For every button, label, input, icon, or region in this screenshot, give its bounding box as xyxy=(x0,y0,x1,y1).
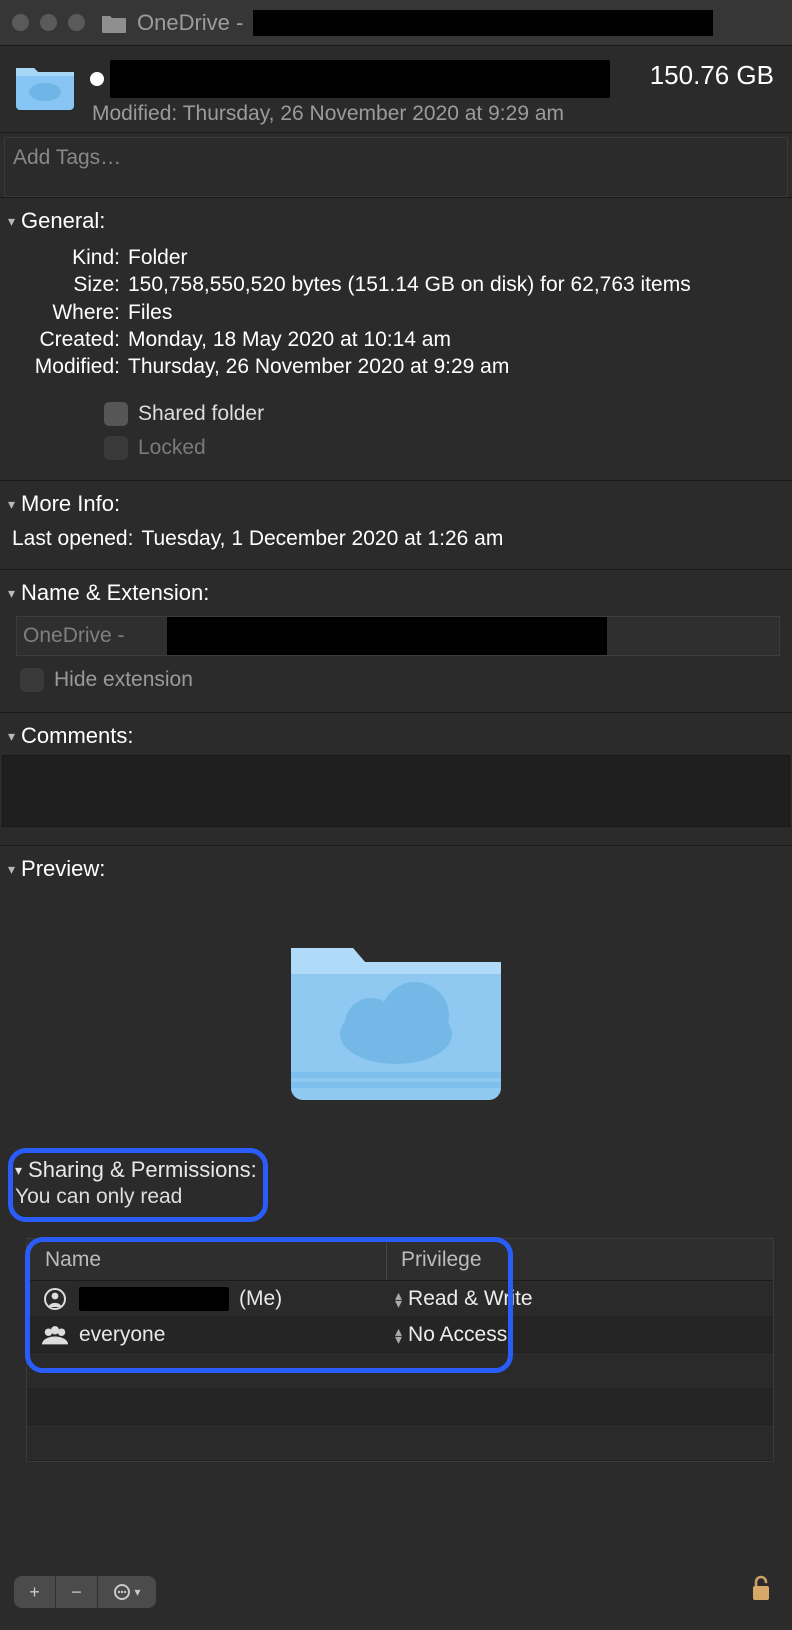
last-opened-label: Last opened: xyxy=(12,527,133,551)
section-comments-title: Comments: xyxy=(21,723,133,749)
locked-label: Locked xyxy=(138,436,206,460)
user-me-suffix: (Me) xyxy=(239,1287,282,1311)
zoom-button[interactable] xyxy=(68,14,85,31)
where-label: Where: xyxy=(8,299,120,326)
traffic-lights xyxy=(12,14,85,31)
sharing-subtitle: You can only read xyxy=(15,1185,257,1209)
add-button[interactable]: + xyxy=(14,1576,56,1608)
permission-actions: + − ▾ xyxy=(14,1576,156,1608)
size-label: Size: xyxy=(8,271,120,298)
user-name: everyone xyxy=(79,1323,165,1347)
comments-input[interactable] xyxy=(2,755,790,827)
locked-checkbox[interactable] xyxy=(104,436,128,460)
section-general-title: General: xyxy=(21,208,105,234)
folder-cloud-icon xyxy=(14,60,76,116)
permissions-table: Name Privilege (Me) ▴▾ Read & Write xyxy=(26,1238,774,1462)
permission-row-empty xyxy=(27,1425,773,1461)
folder-cloud-preview-icon xyxy=(283,922,509,1108)
tags-placeholder: Add Tags… xyxy=(13,146,121,170)
name-extension-value: OneDrive - xyxy=(23,624,125,648)
created-value: Monday, 18 May 2020 at 10:14 am xyxy=(128,326,784,353)
tags-field[interactable]: Add Tags… xyxy=(4,137,788,197)
permission-row-empty xyxy=(27,1353,773,1389)
modified-label: Modified: xyxy=(8,353,120,380)
permission-row[interactable]: (Me) ▴▾ Read & Write xyxy=(27,1281,773,1317)
general-content: Kind: Folder Size: 150,758,550,520 bytes (… xyxy=(0,240,792,480)
section-sharing-header[interactable]: ▾ Sharing & Permissions: xyxy=(15,1157,257,1183)
permission-row[interactable]: everyone ▴▾ No Access xyxy=(27,1317,773,1353)
action-menu-button[interactable]: ▾ xyxy=(98,1576,156,1608)
titlebar: OneDrive - xyxy=(0,0,792,46)
where-value: Files xyxy=(128,299,784,326)
section-moreinfo-header[interactable]: ▾ More Info: xyxy=(0,480,792,523)
folder-icon xyxy=(101,13,127,33)
redacted-title xyxy=(253,10,713,36)
redacted-user-name xyxy=(79,1287,229,1311)
item-bullet xyxy=(90,72,104,86)
minimize-button[interactable] xyxy=(40,14,57,31)
section-preview-header[interactable]: ▾ Preview: xyxy=(0,845,792,888)
section-general-header[interactable]: ▾ General: xyxy=(0,197,792,240)
window-title: OneDrive - xyxy=(137,10,243,36)
column-name-header[interactable]: Name xyxy=(27,1239,387,1280)
user-icon xyxy=(41,1287,69,1311)
updown-icon[interactable]: ▴▾ xyxy=(395,1327,402,1344)
permission-row-empty xyxy=(27,1389,773,1425)
kind-label: Kind: xyxy=(8,244,120,271)
redacted-folder-name xyxy=(110,60,610,98)
section-preview-title: Preview: xyxy=(21,856,105,882)
modified-value: Thursday, 26 November 2020 at 9:29 am xyxy=(128,353,784,380)
lock-icon[interactable] xyxy=(748,1574,778,1610)
section-nameext-title: Name & Extension: xyxy=(21,580,209,606)
section-comments-header[interactable]: ▾ Comments: xyxy=(0,712,792,755)
chevron-down-icon: ▾ xyxy=(8,585,15,602)
shared-folder-checkbox[interactable] xyxy=(104,402,128,426)
section-sharing-title: Sharing & Permissions: xyxy=(28,1157,257,1183)
privilege-value: Read & Write xyxy=(408,1287,533,1311)
last-opened-value: Tuesday, 1 December 2020 at 1:26 am xyxy=(141,527,503,551)
updown-icon[interactable]: ▴▾ xyxy=(395,1291,402,1308)
privilege-value: No Access xyxy=(408,1323,507,1347)
size-value: 150,758,550,520 bytes (151.14 GB on disk… xyxy=(128,271,784,298)
header-size: 150.76 GB xyxy=(650,60,774,91)
info-header: Modified: Thursday, 26 November 2020 at … xyxy=(0,46,792,133)
highlight-box: ▾ Sharing & Permissions: You can only re… xyxy=(8,1148,268,1222)
chevron-down-icon: ▾ xyxy=(15,1162,22,1179)
created-label: Created: xyxy=(8,326,120,353)
header-modified: Modified: Thursday, 26 November 2020 at … xyxy=(92,102,634,126)
kind-value: Folder xyxy=(128,244,784,271)
close-button[interactable] xyxy=(12,14,29,31)
section-moreinfo-title: More Info: xyxy=(21,491,120,517)
chevron-down-icon: ▾ xyxy=(8,496,15,513)
moreinfo-content: Last opened: Tuesday, 1 December 2020 at… xyxy=(0,523,792,569)
chevron-down-icon: ▾ xyxy=(134,1585,140,1599)
preview-content xyxy=(0,888,792,1148)
redacted-name-extension xyxy=(167,617,607,655)
remove-button[interactable]: − xyxy=(56,1576,98,1608)
name-extension-input[interactable]: OneDrive - xyxy=(16,616,780,656)
chevron-down-icon: ▾ xyxy=(8,861,15,878)
hide-extension-checkbox[interactable] xyxy=(20,668,44,692)
section-nameext-header[interactable]: ▾ Name & Extension: xyxy=(0,569,792,612)
group-icon xyxy=(41,1325,69,1345)
chevron-down-icon: ▾ xyxy=(8,728,15,745)
shared-folder-label: Shared folder xyxy=(138,402,264,426)
hide-extension-label: Hide extension xyxy=(54,668,193,692)
column-privilege-header[interactable]: Privilege xyxy=(387,1248,773,1272)
chevron-down-icon: ▾ xyxy=(8,213,15,230)
